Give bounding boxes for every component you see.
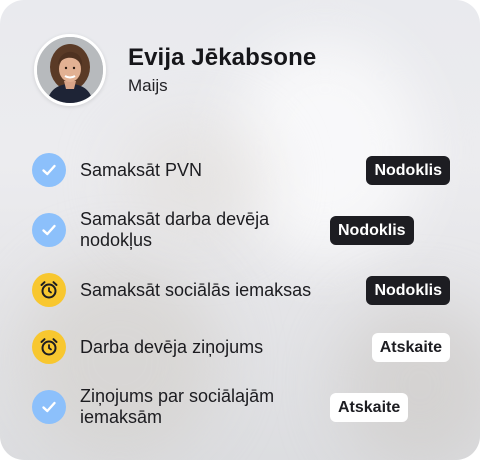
task-item[interactable]: Samaksāt darba devēja nodokļus Nodoklis [32, 209, 450, 251]
task-tag: Atskaite [330, 392, 409, 422]
period-label: Maijs [128, 76, 168, 95]
task-item[interactable]: Samaksāt sociālās iemaksas Nodoklis [32, 273, 450, 307]
task-item[interactable]: Darba devēja ziņojums Atskaite [32, 330, 450, 364]
task-tag: Atskaite [371, 332, 450, 362]
alarm-clock-icon [32, 330, 66, 364]
task-item[interactable]: Ziņojums par sociālajām iemaksām Atskait… [32, 386, 450, 428]
background-blur [340, 300, 480, 460]
task-label: Samaksāt darba devēja nodokļus [80, 209, 270, 250]
task-label: Darba devēja ziņojums [80, 336, 264, 357]
task-label: Ziņojums par sociālajām iemaksām [80, 386, 275, 427]
check-icon [32, 390, 66, 424]
task-label: Samaksāt sociālās iemaksas [80, 279, 312, 300]
task-tag: Nodoklis [366, 275, 450, 305]
task-tag: Nodoklis [330, 215, 414, 245]
task-item[interactable]: Samaksāt PVN Nodoklis [32, 153, 450, 187]
check-icon [32, 153, 66, 187]
avatar [34, 34, 106, 106]
user-name: Evija Jēkabsone [128, 44, 317, 71]
task-label: Samaksāt PVN [80, 159, 203, 180]
task-card: Evija Jēkabsone Maijs Samaksāt PVN Nodok… [0, 0, 480, 460]
check-icon [32, 213, 66, 247]
task-tag: Nodoklis [366, 155, 450, 185]
profile-header: Evija Jēkabsone Maijs [34, 34, 316, 106]
alarm-clock-icon [32, 273, 66, 307]
